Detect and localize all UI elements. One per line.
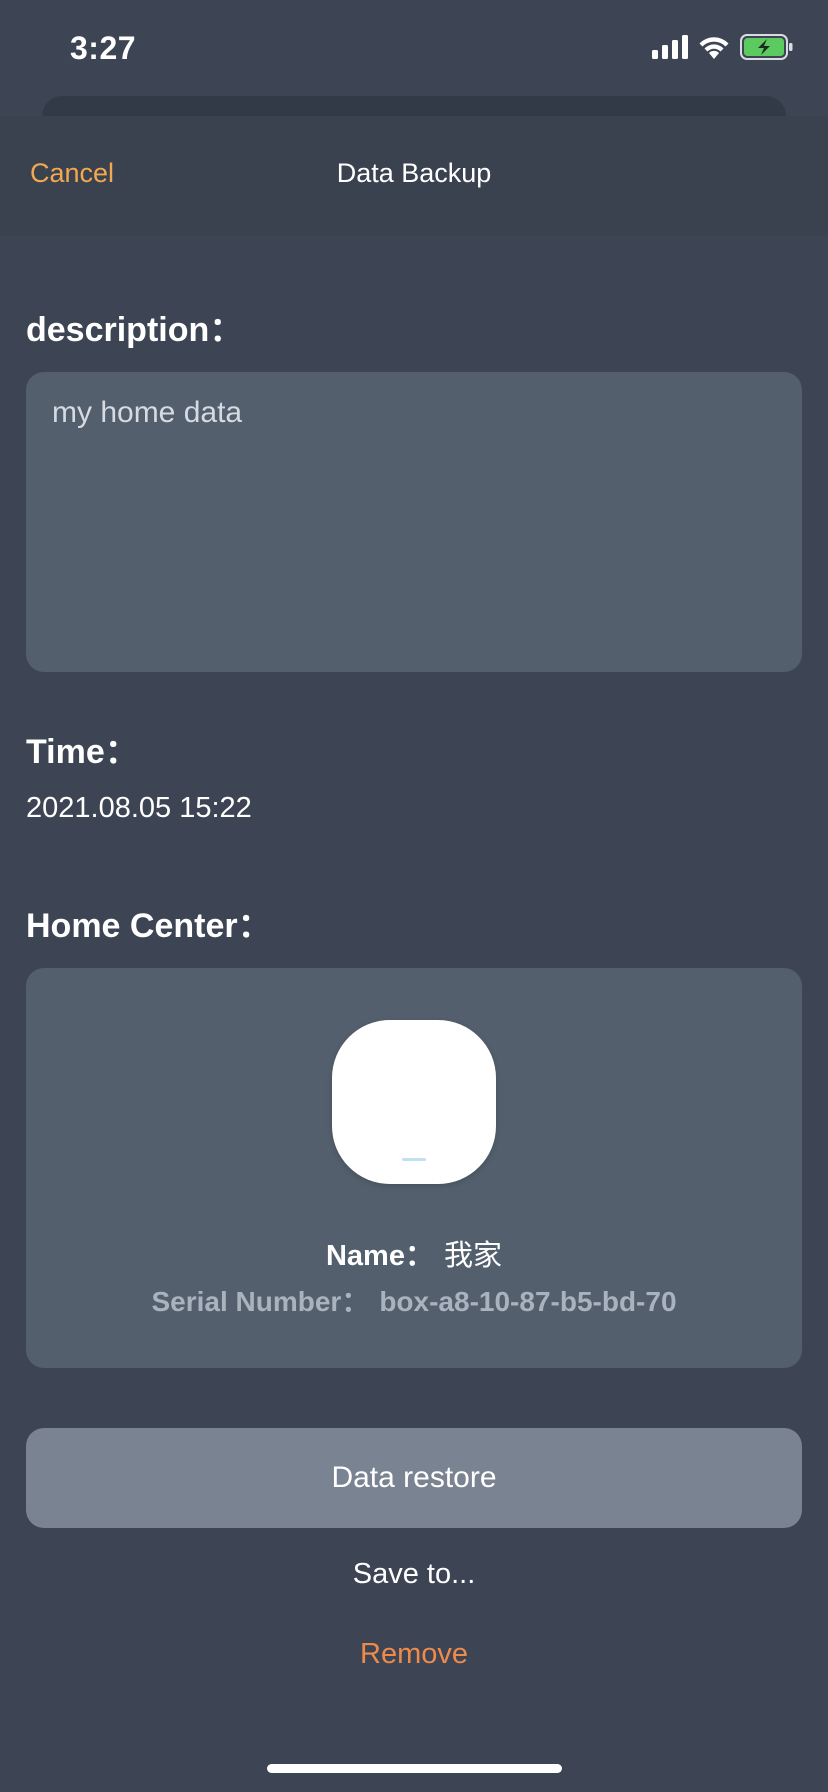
remove-button[interactable]: Remove — [0, 1638, 828, 1671]
description-label: description： — [26, 311, 244, 349]
hub-status-led — [402, 1158, 426, 1161]
navigation-bar: Cancel Data Backup — [0, 116, 828, 236]
data-backup-screen: 3:27 Cancel Data Backup description： my … — [0, 0, 828, 1792]
hub-name-label: Name： — [325, 1240, 434, 1272]
description-value: my home data — [52, 396, 243, 429]
wifi-icon — [698, 35, 730, 64]
cellular-signal-icon — [652, 34, 688, 64]
battery-charging-icon — [740, 33, 794, 65]
save-to-button[interactable]: Save to... — [0, 1558, 828, 1591]
home-center-card: Name： 我家 Serial Number： box-a8-10-87-b5-bd… — [26, 968, 802, 1368]
hub-serial-label: Serial Number： — [151, 1286, 370, 1317]
home-center-label: Home Center： — [26, 907, 272, 945]
page-title: Data Backup — [336, 158, 492, 188]
hub-name-value: 我家 — [443, 1238, 502, 1272]
hub-serial-value: box-a8-10-87-b5-bd-70 — [379, 1286, 677, 1317]
sheet-grabber-edge — [42, 96, 786, 116]
home-center-hub-icon — [332, 1020, 496, 1184]
hub-name-row: Name： 我家 — [26, 1232, 802, 1274]
time-label: Time： — [26, 733, 139, 771]
status-icons — [652, 32, 794, 66]
time-value: 2021.08.05 15:22 — [26, 792, 252, 824]
home-indicator[interactable] — [267, 1764, 562, 1773]
status-time: 3:27 — [70, 30, 137, 66]
status-bar: 3:27 — [0, 0, 828, 100]
data-restore-button[interactable]: Data restore — [26, 1428, 802, 1528]
hub-serial-row: Serial Number： box-a8-10-87-b5-bd-70 — [26, 1280, 802, 1320]
description-field[interactable]: my home data — [26, 372, 802, 672]
